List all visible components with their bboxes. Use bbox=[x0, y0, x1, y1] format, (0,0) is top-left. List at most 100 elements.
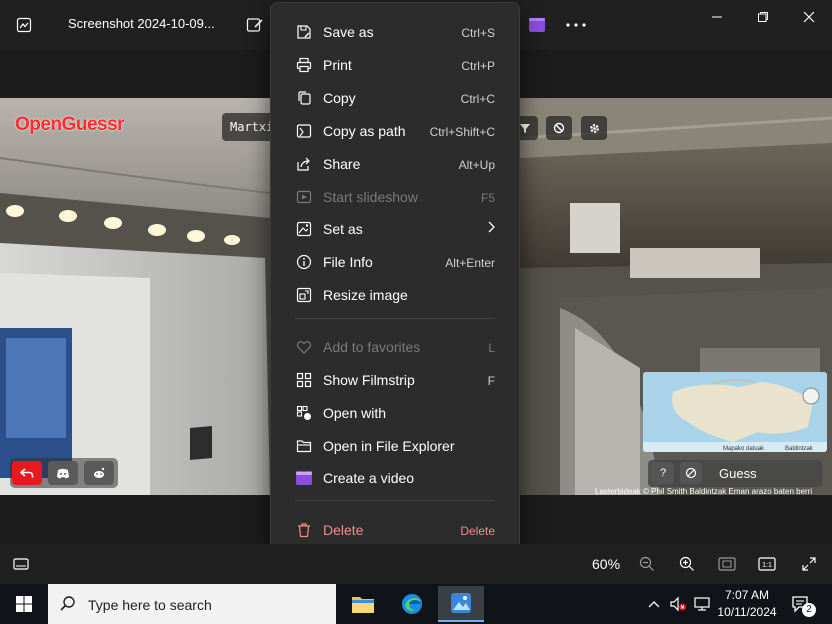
menu-item-open-in-file-explorer[interactable]: Open in File Explorer bbox=[271, 430, 519, 460]
menu-label: Set as bbox=[323, 221, 363, 237]
chevron-right-icon bbox=[487, 221, 495, 236]
player-name: Martxi bbox=[230, 120, 274, 134]
menu-item-copy[interactable]: Copy Ctrl+C bbox=[271, 82, 519, 112]
open-with-icon bbox=[295, 404, 313, 422]
filmstrip-toggle-icon[interactable] bbox=[10, 554, 32, 574]
save-as-icon bbox=[295, 23, 313, 41]
menu-label: Save as bbox=[323, 24, 374, 40]
chevron-up-icon[interactable] bbox=[644, 586, 664, 622]
menu-item-create-a-video[interactable]: Create a video bbox=[271, 462, 519, 492]
reddit-icon[interactable] bbox=[84, 461, 114, 485]
volume-muted-icon[interactable] bbox=[667, 586, 689, 622]
resize-icon bbox=[295, 286, 313, 304]
notification-badge: 2 bbox=[802, 603, 816, 617]
menu-item-file-info[interactable]: File Info Alt+Enter bbox=[271, 246, 519, 276]
settings-icon[interactable] bbox=[581, 116, 607, 140]
edge-browser-icon[interactable] bbox=[389, 586, 435, 622]
help-button[interactable]: ? bbox=[652, 462, 674, 484]
video-editor-icon[interactable] bbox=[526, 14, 548, 36]
menu-label: Create a video bbox=[323, 470, 415, 486]
taskbar-clock[interactable]: 7:07 AM 10/11/2024 bbox=[716, 587, 778, 621]
menu-shortcut: Delete bbox=[460, 524, 495, 538]
folder-icon bbox=[295, 437, 313, 455]
menu-shortcut: Alt+Up bbox=[458, 158, 495, 172]
menu-label: File Info bbox=[323, 254, 373, 270]
fit-to-window-icon[interactable] bbox=[716, 554, 738, 574]
menu-label: Show Filmstrip bbox=[323, 372, 415, 388]
minimap[interactable]: Mapako datuak Baldintzak bbox=[643, 372, 827, 452]
menu-shortcut: L bbox=[488, 341, 495, 355]
svg-text:1:1: 1:1 bbox=[762, 562, 772, 569]
set-as-icon bbox=[295, 220, 313, 238]
network-icon[interactable] bbox=[691, 586, 713, 622]
menu-shortcut: Ctrl+S bbox=[461, 26, 495, 40]
menu-shortcut: Ctrl+C bbox=[460, 92, 495, 106]
menu-label: Share bbox=[323, 156, 361, 172]
menu-label: Open with bbox=[323, 405, 387, 421]
opengussr-logo: OpenGuessr bbox=[15, 114, 125, 135]
actual-size-icon[interactable]: 1:1 bbox=[756, 554, 778, 574]
context-menu: Save as Ctrl+S Print Ctrl+P Copy Ctrl+C … bbox=[270, 2, 520, 551]
more-options-icon[interactable] bbox=[565, 14, 587, 36]
zoom-level[interactable]: 60% bbox=[592, 556, 620, 572]
window-title: Screenshot 2024-10-09... bbox=[68, 16, 215, 31]
menu-label: Copy as path bbox=[323, 123, 406, 139]
trash-icon bbox=[295, 521, 313, 539]
viewer-bottom-bar bbox=[0, 544, 832, 584]
edit-image-icon[interactable] bbox=[244, 14, 266, 36]
map-credits: Lasterbideak © Phil Smith Baldintzak Ema… bbox=[595, 487, 813, 496]
zoom-in-icon[interactable] bbox=[676, 554, 698, 574]
maximize-button[interactable] bbox=[751, 6, 775, 28]
menu-item-print[interactable]: Print Ctrl+P bbox=[271, 49, 519, 79]
photos-app-icon[interactable] bbox=[438, 586, 484, 622]
info-icon bbox=[295, 253, 313, 271]
map-data-label: Mapako datuak bbox=[723, 446, 765, 452]
menu-item-show-filmstrip[interactable]: Show Filmstrip F bbox=[271, 364, 519, 394]
map-terms-label: Baldintzak bbox=[785, 446, 814, 452]
menu-shortcut: Ctrl+Shift+C bbox=[429, 125, 495, 139]
copy-path-icon bbox=[295, 122, 313, 140]
gallery-icon[interactable] bbox=[13, 14, 35, 36]
search-icon bbox=[48, 586, 88, 622]
menu-item-delete[interactable]: Delete Delete bbox=[271, 514, 519, 544]
heart-icon bbox=[295, 338, 313, 356]
menu-item-share[interactable]: Share Alt+Up bbox=[271, 148, 519, 178]
menu-item-open-with[interactable]: Open with bbox=[271, 397, 519, 427]
copy-icon bbox=[295, 89, 313, 107]
menu-item-copy-as-path[interactable]: Copy as path Ctrl+Shift+C bbox=[271, 115, 519, 145]
block-icon[interactable] bbox=[546, 116, 572, 140]
search-placeholder: Type here to search bbox=[88, 597, 212, 613]
menu-label: Delete bbox=[323, 522, 364, 538]
menu-label: Copy bbox=[323, 90, 356, 106]
discord-icon[interactable] bbox=[48, 461, 78, 485]
guess-button[interactable]: Guess bbox=[719, 466, 757, 481]
clock-time: 7:07 AM bbox=[724, 588, 770, 602]
print-icon bbox=[295, 56, 313, 74]
fullscreen-icon[interactable] bbox=[798, 554, 820, 574]
menu-item-resize-image[interactable]: Resize image bbox=[271, 279, 519, 309]
menu-label: Start slideshow bbox=[323, 189, 418, 205]
return-button[interactable] bbox=[12, 461, 42, 485]
file-explorer-icon[interactable] bbox=[340, 586, 386, 622]
zoom-out-icon[interactable] bbox=[636, 554, 658, 574]
video-icon bbox=[295, 469, 313, 487]
menu-shortcut: F5 bbox=[480, 191, 495, 205]
menu-label: Add to favorites bbox=[323, 339, 421, 355]
menu-separator bbox=[295, 318, 495, 319]
compass-icon[interactable] bbox=[680, 462, 702, 484]
start-button[interactable] bbox=[0, 586, 48, 622]
menu-label: Print bbox=[323, 57, 352, 73]
menu-item-save-as[interactable]: Save as Ctrl+S bbox=[271, 16, 519, 46]
filmstrip-icon bbox=[295, 371, 313, 389]
minimize-button[interactable] bbox=[705, 6, 729, 28]
clock-date: 10/11/2024 bbox=[717, 605, 777, 619]
close-button[interactable] bbox=[797, 6, 821, 28]
menu-item-add-to-favorites[interactable]: Add to favorites L bbox=[271, 331, 519, 361]
menu-item-start-slideshow[interactable]: Start slideshow F5 bbox=[271, 181, 519, 211]
menu-shortcut: Alt+Enter bbox=[445, 256, 495, 270]
menu-item-set-as[interactable]: Set as bbox=[271, 213, 519, 243]
menu-separator bbox=[295, 500, 495, 501]
help-label: ? bbox=[659, 467, 667, 479]
notifications-icon[interactable]: 2 bbox=[786, 586, 816, 622]
slideshow-icon bbox=[295, 188, 313, 206]
